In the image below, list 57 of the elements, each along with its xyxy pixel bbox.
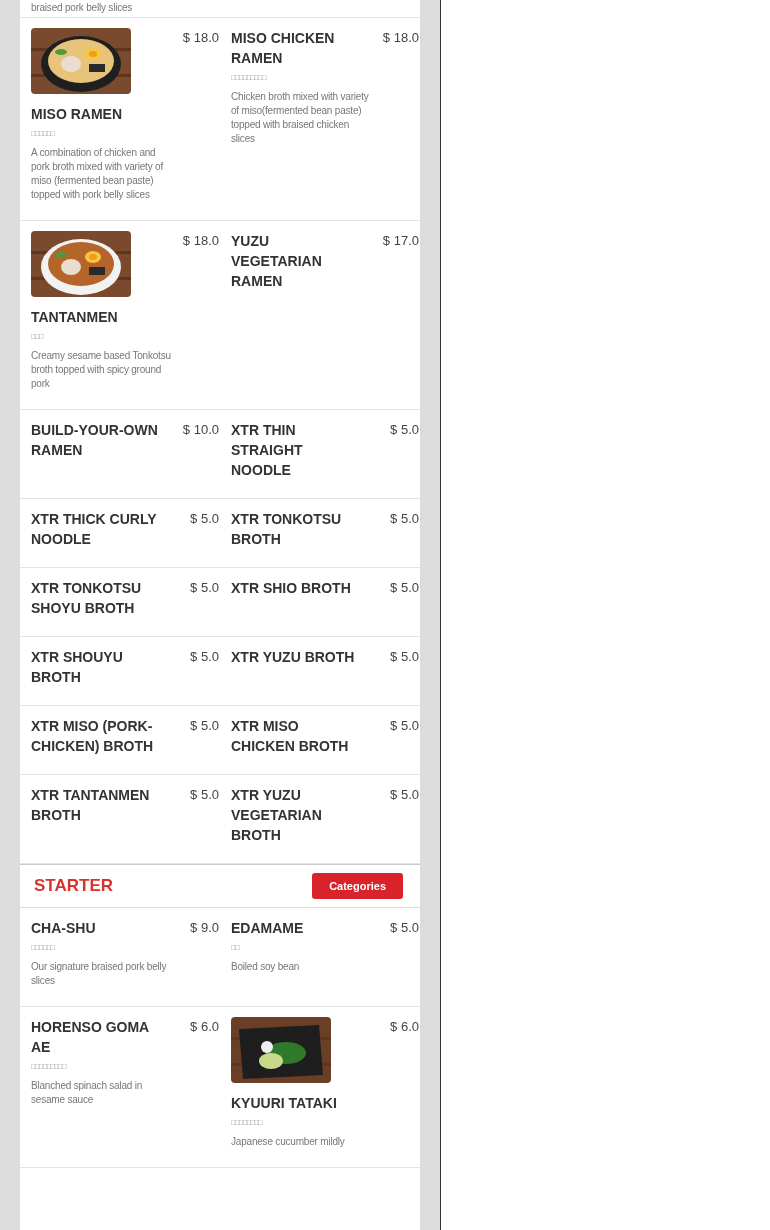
item-description: Boiled soy bean [231, 960, 301, 974]
item-subtitle: □□□□□□□□□ [231, 73, 268, 82]
item-description: A combination of chicken and pork broth mixed with variety of miso (fermented bean paste) topped with pork belly slices [31, 146, 165, 202]
item-name: HORENSO GOMA AE [31, 1018, 150, 1057]
item-price: $ 5.0 [389, 579, 420, 597]
item-description: Japanese cucumber mildly [231, 1135, 346, 1149]
item-description: braised pork belly slices [31, 1, 133, 15]
item-name: MISO RAMEN [31, 105, 123, 124]
item-subtitle: □□□□□□ [31, 943, 56, 952]
item-name: TANTANMEN [31, 308, 119, 327]
item-description: Blanched spinach salad in sesame sauce [31, 1079, 144, 1107]
item-subtitle: □□□□□□□□ [231, 1118, 264, 1127]
item-price: $ 5.0 [189, 786, 220, 804]
item-price: $ 9.0 [189, 919, 220, 937]
item-name: XTR YUZU VEGETARIAN BROTH [231, 786, 323, 845]
item-description: Our signature braised pork belly slices [31, 960, 168, 988]
item-name: XTR MISO CHICKEN BROTH [231, 717, 350, 756]
item-name: XTR MISO (PORK-CHICKEN) BROTH [31, 717, 155, 756]
item-price: $ 5.0 [389, 786, 420, 804]
item-price: $ 5.0 [389, 717, 420, 735]
item-name: XTR THIN STRAIGHT NOODLE [231, 421, 304, 480]
item-name: EDAMAME [231, 919, 305, 938]
item-description: Chicken broth mixed with variety of miso(fermented bean paste) topped with braised chicken slices [231, 90, 370, 146]
item-name: XTR YUZU BROTH [231, 648, 356, 667]
item-name: XTR SHIO BROTH [231, 579, 352, 598]
item-price: $ 6.0 [189, 1018, 220, 1036]
categories-button[interactable]: Categories [312, 873, 403, 899]
item-name: XTR THICK CURLY NOODLE [31, 510, 158, 549]
item-price: $ 5.0 [189, 717, 220, 735]
section-title: STARTER [34, 876, 113, 896]
item-price: $ 17.0 [381, 232, 420, 250]
item-price: $ 5.0 [389, 421, 420, 439]
item-price: $ 18.0 [381, 29, 420, 47]
item-name: BUILD-YOUR-OWN RAMEN [31, 421, 159, 460]
item-price: $ 5.0 [189, 579, 220, 597]
item-name: XTR TONKOTSU SHOYU BROTH [31, 579, 143, 618]
item-description: Creamy sesame based Tonkotsu broth topped with spicy ground pork [31, 349, 172, 391]
item-name: XTR TONKOTSU BROTH [231, 510, 343, 549]
item-price: $ 5.0 [189, 648, 220, 666]
item-subtitle: □□ [231, 943, 241, 952]
item-price: $ 5.0 [389, 510, 420, 528]
item-name: MISO CHICKEN RAMEN [231, 29, 336, 68]
item-name: CHA-SHU [31, 919, 97, 938]
item-price: $ 6.0 [389, 1018, 420, 1036]
item-subtitle: □□□ [31, 332, 45, 341]
item-price: $ 5.0 [389, 919, 420, 937]
item-name: YUZU VEGETARIAN RAMEN [231, 232, 323, 291]
item-price: $ 18.0 [181, 29, 220, 47]
item-subtitle: □□□□□□□□□ [31, 1062, 68, 1071]
item-name: XTR TANTANMEN BROTH [31, 786, 151, 825]
item-price: $ 18.0 [181, 232, 220, 250]
item-price: $ 5.0 [389, 648, 420, 666]
item-price: $ 10.0 [181, 421, 220, 439]
item-subtitle: □□□□□□ [31, 129, 56, 138]
item-price: $ 5.0 [189, 510, 220, 528]
item-name: KYUURI TATAKI [231, 1094, 338, 1113]
item-name: XTR SHOUYU BROTH [31, 648, 124, 687]
